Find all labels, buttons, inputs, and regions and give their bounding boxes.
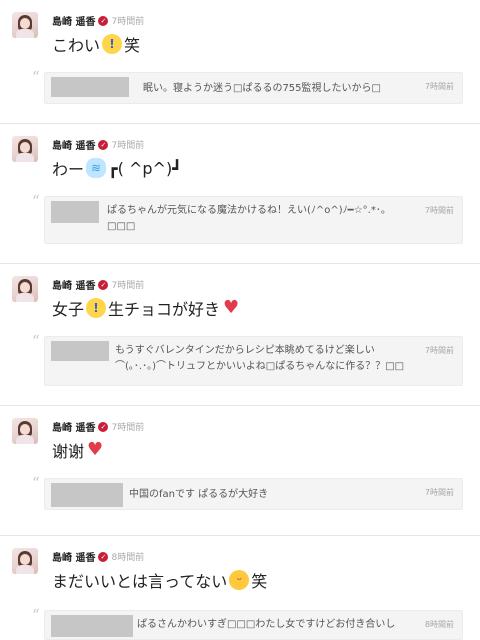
- reply-time: 7時間前: [424, 206, 454, 215]
- user-name[interactable]: 島崎 遥香: [52, 549, 95, 564]
- reply-time: 7時間前: [424, 346, 454, 355]
- post-time: 7時間前: [111, 423, 145, 433]
- face-screaming-icon: !: [102, 34, 123, 54]
- message-text: 女子: [52, 300, 85, 319]
- message-text: まだいいとは言ってない: [52, 572, 228, 591]
- post-item: 島崎 遥香 ✓ 7時間前 こわい ! 笑 “ 眠い。寝ようか迷う□ぱるるの755…: [0, 0, 480, 124]
- user-name[interactable]: 島崎 遥香: [52, 13, 95, 28]
- post-header: 島崎 遥香 ✓ 7時間前: [52, 277, 144, 292]
- message-text: わー: [52, 160, 85, 179]
- user-name[interactable]: 島崎 遥香: [52, 137, 95, 152]
- avatar[interactable]: [12, 12, 38, 38]
- reply-text: もうすぐバレンタインだからレシピ本眺めてるけど楽しい⌒(｡･.･｡)⌒トリュフと…: [115, 345, 405, 372]
- quote-icon: “: [32, 474, 40, 492]
- verified-check-icon: ✓: [98, 139, 109, 150]
- post-item: 島崎 遥香 ✓ 7時間前 谢谢 ♥ “ 中国のfanです ぱるるが大好き 7時間…: [0, 406, 480, 536]
- reply-avatar-placeholder: [51, 77, 129, 97]
- post-item: 島崎 遥香 ✓ 7時間前 女子 ! 生チョコが好き ♥ “ もうすぐバレンタイン…: [0, 264, 480, 406]
- post-message: わー ≋ ┏( ^p^)┛: [52, 156, 182, 180]
- reply-time: 8時間前: [424, 620, 454, 629]
- reply-text: 中国のfanです ぱるるが大好き: [129, 489, 269, 500]
- user-name[interactable]: 島崎 遥香: [52, 277, 95, 292]
- heart-icon: ♥: [222, 297, 240, 318]
- avatar[interactable]: [12, 548, 38, 574]
- quote-icon: “: [32, 68, 40, 86]
- post-message: まだいいとは言ってない ᵕ 笑: [52, 568, 267, 592]
- timeline-feed: 島崎 遥香 ✓ 7時間前 こわい ! 笑 “ 眠い。寝ようか迷う□ぱるるの755…: [0, 0, 480, 640]
- quote-icon: “: [32, 332, 40, 350]
- reply-avatar-placeholder: [51, 201, 99, 223]
- user-name[interactable]: 島崎 遥香: [52, 419, 95, 434]
- message-text: ┏( ^p^)┛: [108, 158, 182, 178]
- reply-time: 7時間前: [424, 82, 454, 91]
- reply-text: ぱるちゃんが元気になる魔法かけるね！えい(ﾉ^o^)ﾉ━☆°.*･。□□□: [107, 205, 391, 232]
- verified-check-icon: ✓: [98, 15, 109, 26]
- message-text: 笑: [124, 36, 141, 55]
- post-time: 8時間前: [111, 553, 145, 563]
- face-screaming-icon: !: [86, 298, 107, 318]
- avatar[interactable]: [12, 136, 38, 162]
- dash-icon: ≋: [86, 158, 107, 178]
- post-header: 島崎 遥香 ✓ 8時間前: [52, 549, 144, 564]
- message-text: こわい: [52, 36, 101, 55]
- reply-avatar-placeholder: [51, 483, 123, 507]
- post-time: 7時間前: [111, 141, 145, 151]
- message-text: 谢谢: [52, 442, 85, 461]
- post-message: 谢谢 ♥: [52, 438, 106, 462]
- post-header: 島崎 遥香 ✓ 7時間前: [52, 137, 144, 152]
- reply-card[interactable]: 眠い。寝ようか迷う□ぱるるの755監視したいから□ 7時間前: [44, 72, 463, 104]
- heart-icon: ♥: [86, 439, 104, 460]
- reply-card[interactable]: もうすぐバレンタインだからレシピ本眺めてるけど楽しい⌒(｡･.･｡)⌒トリュフと…: [44, 336, 463, 386]
- face-laughing-icon: ᵕ: [229, 570, 250, 590]
- verified-check-icon: ✓: [98, 421, 109, 432]
- post-header: 島崎 遥香 ✓ 7時間前: [52, 13, 144, 28]
- post-time: 7時間前: [111, 17, 145, 27]
- verified-check-icon: ✓: [98, 551, 109, 562]
- reply-time: 7時間前: [424, 488, 454, 497]
- reply-card[interactable]: ぱるちゃんが元気になる魔法かけるね！えい(ﾉ^o^)ﾉ━☆°.*･。□□□ 7時…: [44, 196, 463, 244]
- verified-check-icon: ✓: [98, 279, 109, 290]
- quote-icon: “: [32, 192, 40, 210]
- post-item: 島崎 遥香 ✓ 8時間前 まだいいとは言ってない ᵕ 笑 “ ぱるさんかわいすぎ…: [0, 536, 480, 640]
- quote-icon: “: [32, 606, 40, 624]
- reply-card[interactable]: 中国のfanです ぱるるが大好き 7時間前: [44, 478, 463, 510]
- message-text: 笑: [251, 572, 268, 591]
- reply-card[interactable]: ぱるさんかわいすぎ□□□わたし女ですけどお付き合いし 8時間前: [44, 610, 463, 640]
- avatar[interactable]: [12, 276, 38, 302]
- reply-text: ぱるさんかわいすぎ□□□わたし女ですけどお付き合いし: [137, 619, 396, 630]
- avatar[interactable]: [12, 418, 38, 444]
- post-header: 島崎 遥香 ✓ 7時間前: [52, 419, 144, 434]
- post-time: 7時間前: [111, 281, 145, 291]
- post-message: こわい ! 笑: [52, 32, 140, 56]
- message-text: 生チョコが好き: [108, 300, 221, 319]
- post-message: 女子 ! 生チョコが好き ♥: [52, 296, 242, 320]
- reply-avatar-placeholder: [51, 341, 109, 361]
- post-item: 島崎 遥香 ✓ 7時間前 わー ≋ ┏( ^p^)┛ “ ぱるちゃんが元気になる…: [0, 124, 480, 264]
- reply-text: 眠い。寝ようか迷う□ぱるるの755監視したいから□: [143, 83, 381, 94]
